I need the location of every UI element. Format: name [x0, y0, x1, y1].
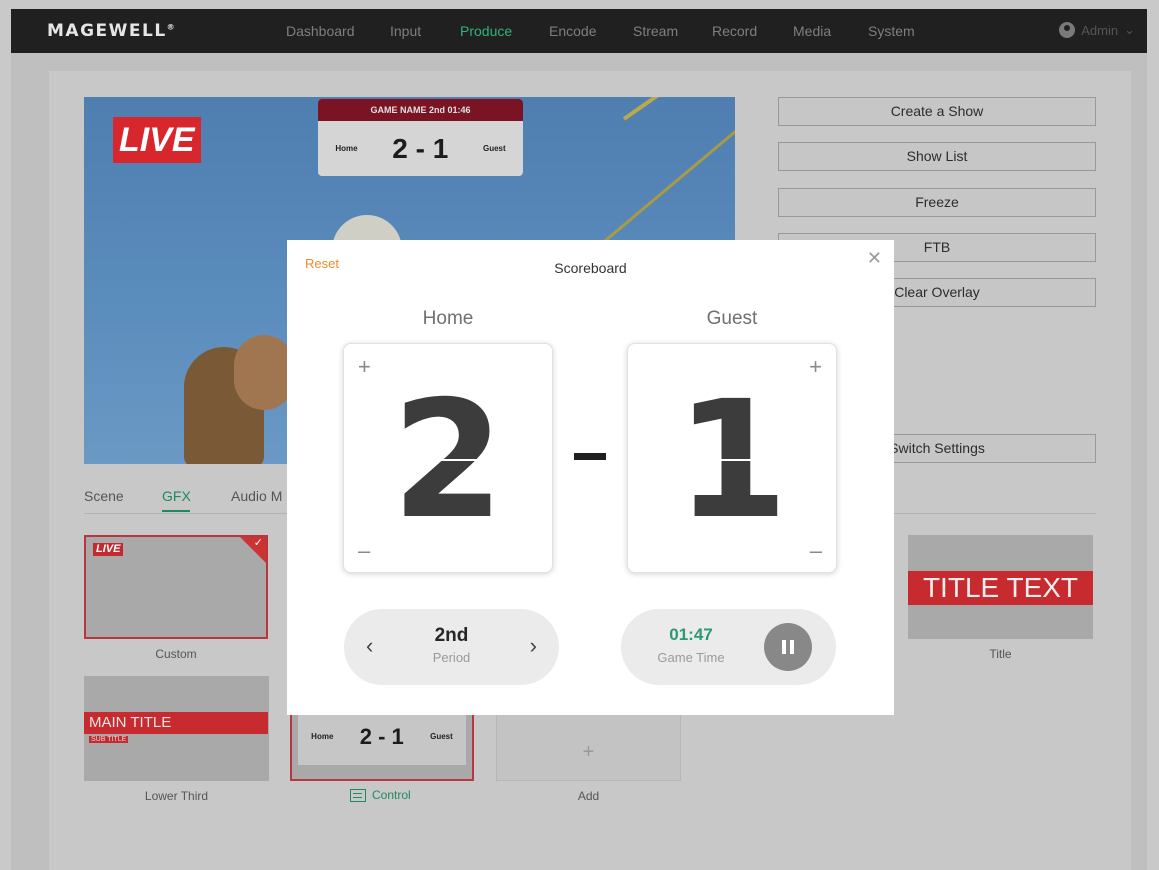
scoreboard-dialog: Reset Scoreboard ✕ Home Guest + 2 – + 1 …: [287, 240, 894, 715]
control-label: Control: [372, 788, 411, 802]
title-text-preview: TITLE TEXT: [908, 571, 1093, 605]
user-menu[interactable]: Admin ⌄: [1059, 22, 1135, 38]
pause-button[interactable]: [764, 623, 812, 671]
period-control: ‹ 2nd Period ›: [344, 609, 559, 685]
control-icon: [350, 788, 366, 802]
nav-encode[interactable]: Encode: [549, 23, 596, 39]
nav-input[interactable]: Input: [390, 23, 421, 39]
user-avatar-icon: [1059, 22, 1076, 38]
player-face: [234, 335, 294, 410]
guest-score-card: + 1 –: [627, 343, 837, 573]
nav-record[interactable]: Record: [712, 23, 757, 39]
nav-produce[interactable]: Produce: [460, 23, 512, 39]
gfx-card-custom[interactable]: LIVE ✓: [84, 535, 268, 639]
period-label: Period: [432, 650, 471, 665]
lower-third-main-title: MAIN TITLE: [84, 712, 268, 734]
home-score: 2: [391, 367, 505, 555]
gfx-card-custom-label: Custom: [155, 647, 197, 661]
plus-icon: +: [582, 741, 595, 763]
gfx-card-lower-third-label: Lower Third: [144, 789, 209, 803]
nav-system[interactable]: System: [868, 23, 915, 39]
game-time-control: 01:47 Game Time: [621, 609, 836, 685]
add-gfx-label: Add: [577, 789, 600, 803]
close-icon[interactable]: ✕: [867, 248, 882, 269]
tab-scene[interactable]: Scene: [84, 488, 124, 504]
tab-gfx[interactable]: GFX: [162, 488, 191, 504]
tab-active-indicator: [162, 510, 190, 512]
chevron-down-icon: ⌄: [1124, 22, 1135, 37]
control-link[interactable]: Control: [350, 788, 411, 802]
net-line: [583, 115, 735, 260]
live-tag: LIVE: [113, 117, 201, 163]
gfx-card-title-label: Title: [989, 647, 1012, 661]
scoreboard-overlay-header: GAME NAME 2nd 01:46: [318, 99, 523, 121]
guest-team-label: Guest: [706, 308, 758, 329]
flip-divider: [640, 459, 824, 461]
nav-stream[interactable]: Stream: [633, 23, 678, 39]
gfx-card-title[interactable]: TITLE TEXT: [908, 535, 1093, 639]
game-time-value: 01:47: [669, 625, 713, 644]
card-home-label: Home: [311, 732, 334, 741]
nav-dashboard[interactable]: Dashboard: [286, 23, 355, 39]
user-name: Admin: [1081, 22, 1119, 38]
overlay-home-label: Home: [335, 144, 358, 153]
gfx-card-lower-third[interactable]: MAIN TITLE SUB TITLE: [84, 676, 269, 781]
scoreboard-card-preview: Home 2 - 1 Guest: [298, 708, 466, 765]
game-time-label: Game Time: [657, 650, 725, 665]
scoreboard-overlay: GAME NAME 2nd 01:46 Home 2 - 1 Guest: [318, 99, 523, 176]
period-value: 2nd: [434, 625, 469, 646]
home-score-card: + 2 –: [343, 343, 553, 573]
lower-third-sub-title: SUB TITLE: [89, 736, 129, 743]
score-separator: [574, 453, 606, 460]
create-show-button[interactable]: Create a Show: [778, 97, 1096, 126]
flip-divider: [356, 459, 540, 461]
tab-audio-mixer[interactable]: Audio M: [231, 488, 282, 504]
overlay-score: 2 - 1: [392, 132, 449, 164]
card-live-tag: LIVE: [93, 543, 124, 556]
guest-decrement-button[interactable]: –: [810, 538, 822, 564]
overlay-guest-label: Guest: [482, 144, 506, 153]
guest-score: 1: [675, 367, 789, 555]
top-nav-bar: MAGEWELL® Dashboard Input Produce Encode…: [11, 9, 1147, 53]
home-decrement-button[interactable]: –: [358, 538, 370, 564]
card-guest-label: Guest: [430, 732, 453, 741]
nav-media[interactable]: Media: [793, 23, 831, 39]
net-line: [622, 97, 735, 121]
check-icon: ✓: [253, 537, 263, 549]
freeze-button[interactable]: Freeze: [778, 188, 1096, 217]
show-list-button[interactable]: Show List: [778, 142, 1096, 171]
card-score: 2 - 1: [359, 723, 404, 749]
period-next-icon[interactable]: ›: [530, 633, 537, 659]
home-team-label: Home: [422, 308, 474, 329]
magewell-logo[interactable]: MAGEWELL®: [47, 21, 176, 41]
dialog-title: Scoreboard: [554, 260, 627, 276]
